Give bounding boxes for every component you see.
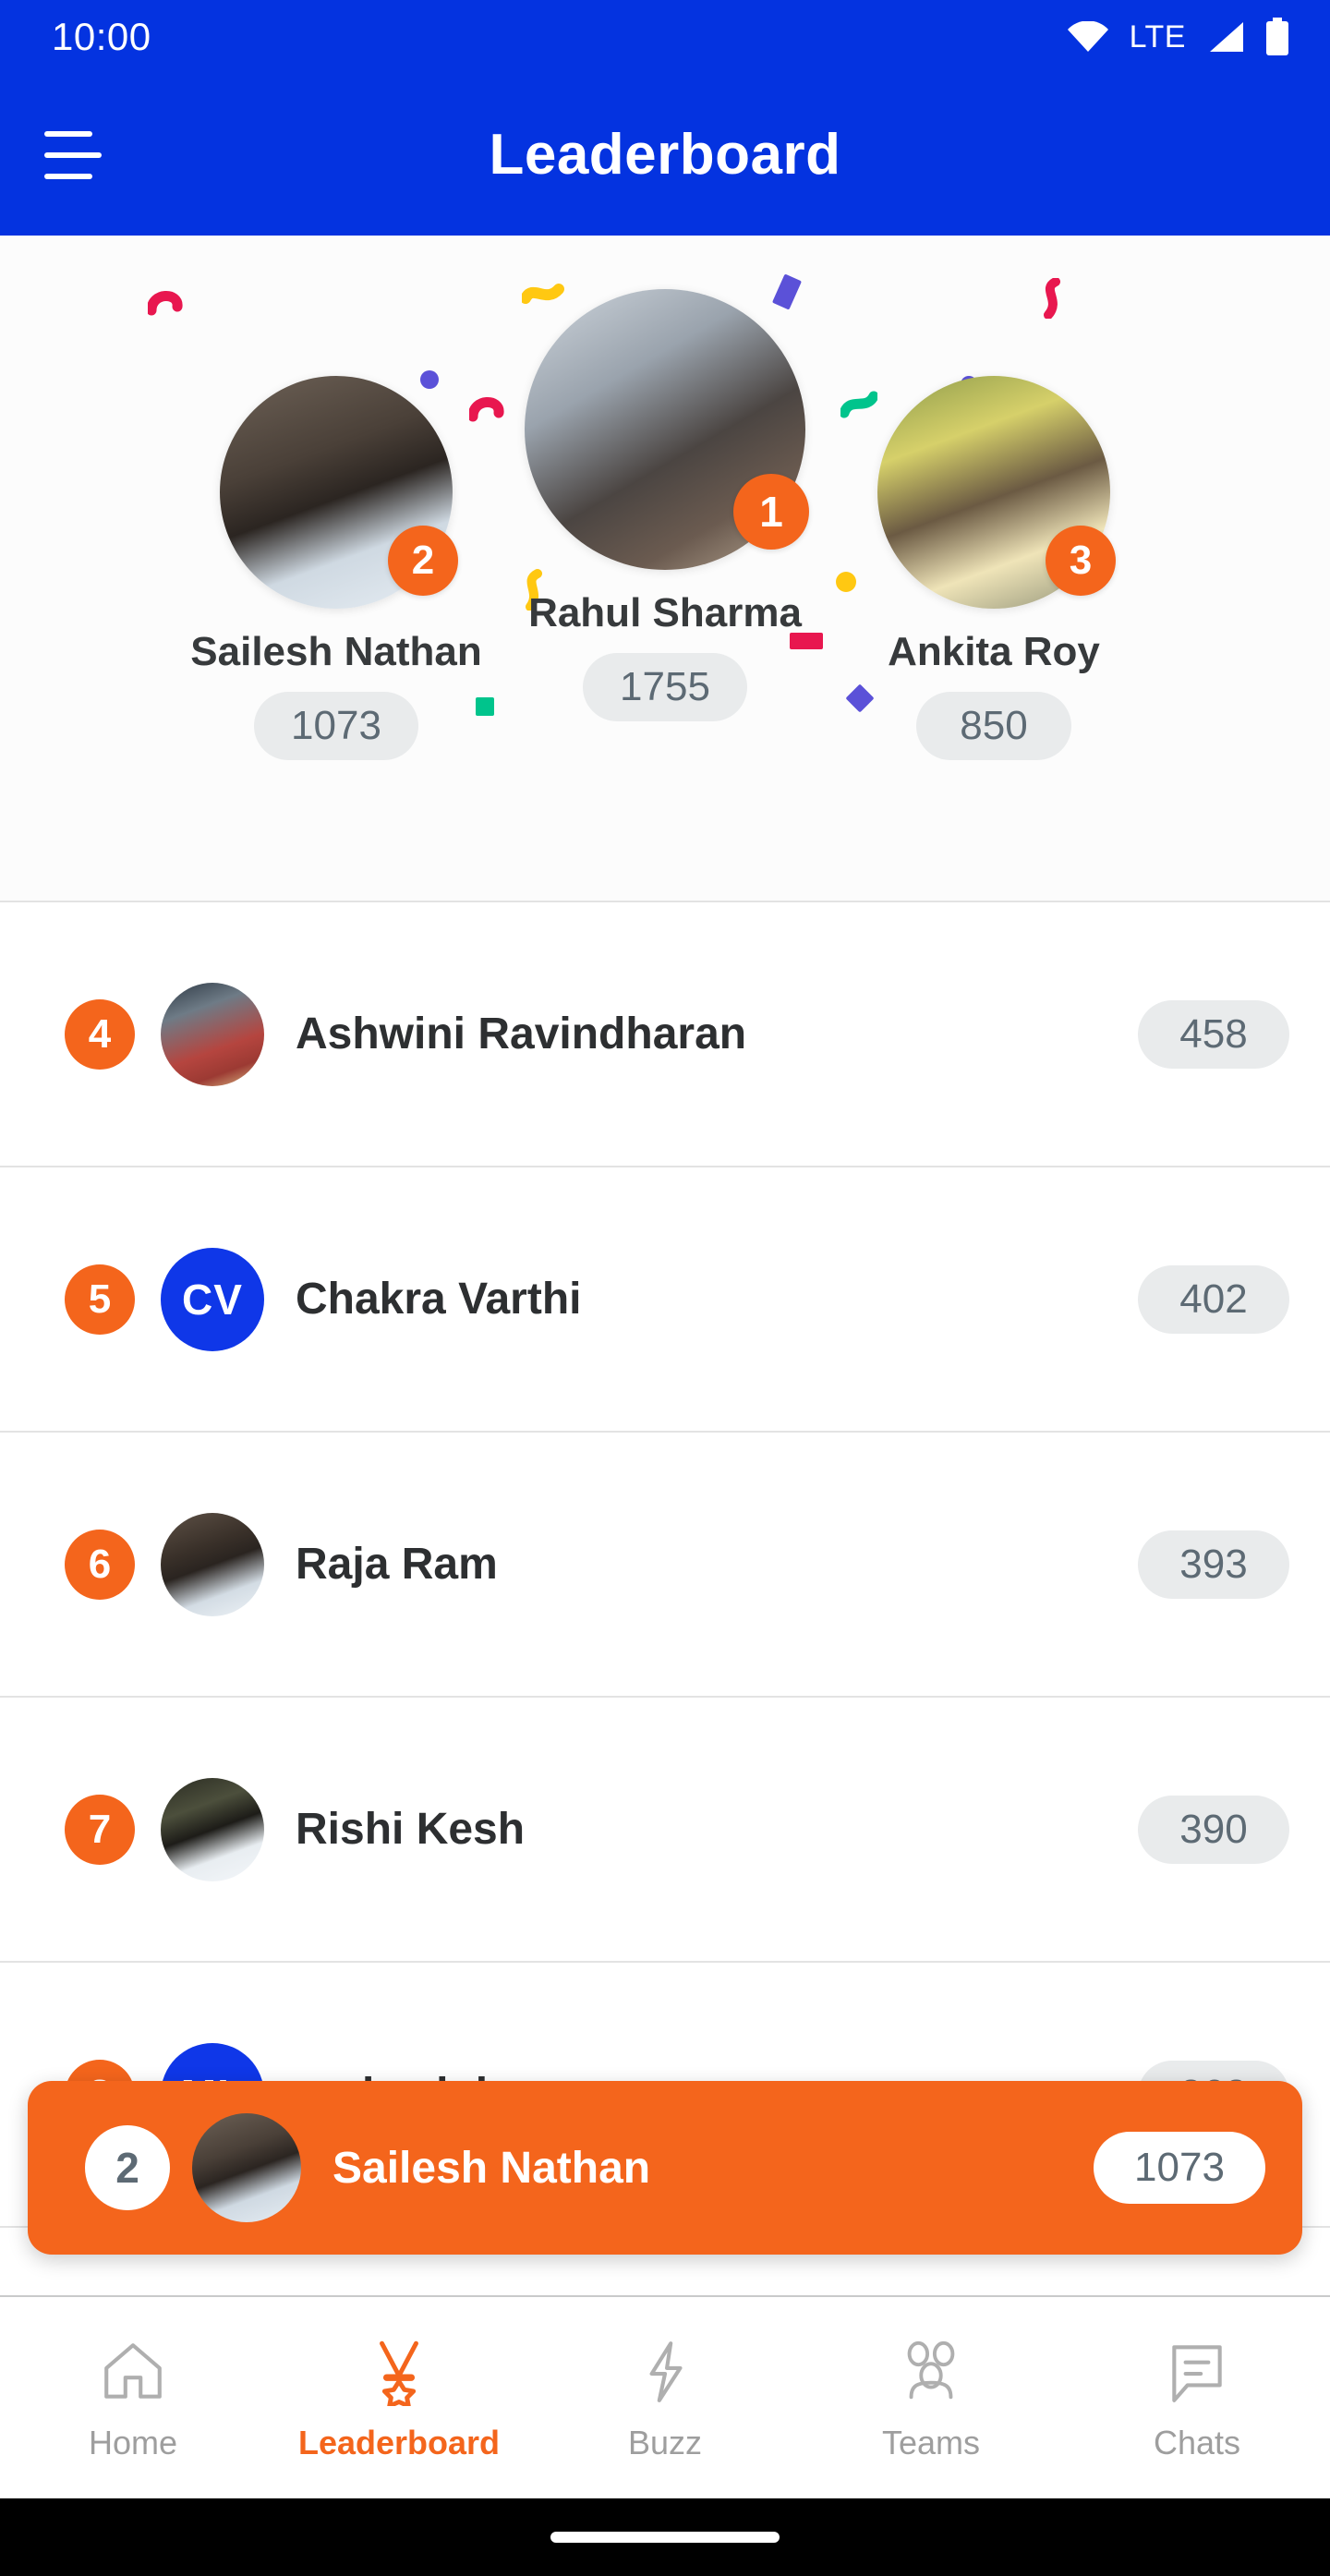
nav-label: Chats: [1153, 2424, 1241, 2461]
battery-icon: [1265, 18, 1289, 56]
bottom-navigation: Home Leaderboard Buzz Teams Chats: [0, 2295, 1330, 2498]
app-bar: Leaderboard: [0, 74, 1330, 236]
nav-item-home[interactable]: Home: [0, 2333, 266, 2462]
row-user-name: Raja Ram: [296, 1540, 498, 1589]
medal-icon: [365, 2333, 433, 2411]
nav-label: Home: [88, 2424, 178, 2461]
current-user-rank-badge: 2: [85, 2125, 170, 2210]
row-rank-badge: 5: [65, 1264, 135, 1335]
avatar-wrap: 1: [525, 289, 809, 570]
podium-score: 1755: [583, 653, 747, 721]
hamburger-line: [44, 173, 92, 179]
wifi-icon: [1067, 21, 1109, 53]
row-score: 402: [1138, 1264, 1289, 1334]
people-group-icon: [895, 2333, 967, 2411]
avatar: [161, 1512, 264, 1616]
row-score: 458: [1138, 999, 1289, 1069]
home-icon: [99, 2333, 167, 2411]
current-user-card[interactable]: 2 Sailesh Nathan 1073: [28, 2081, 1302, 2255]
nav-label: Teams: [881, 2424, 981, 2461]
row-rank-badge: 7: [65, 1794, 135, 1865]
gesture-pill[interactable]: [550, 2532, 780, 2543]
nav-item-buzz[interactable]: Buzz: [532, 2333, 798, 2462]
hamburger-line: [44, 151, 102, 158]
signal-icon: [1206, 20, 1245, 54]
rank-badge: 1: [733, 474, 809, 550]
chat-bubble-icon: [1163, 2333, 1231, 2411]
podium-name: Ankita Roy: [888, 629, 1100, 674]
podium-row: 2 Sailesh Nathan 1073 1 Rahul Sharma 175…: [0, 236, 1330, 901]
podium-score: 1073: [254, 692, 418, 760]
system-gesture-bar: [0, 2498, 1330, 2576]
table-row[interactable]: 7 Rishi Kesh 390: [0, 1698, 1330, 1963]
current-user-name: Sailesh Nathan: [332, 2143, 651, 2193]
avatar-wrap: 2: [220, 376, 458, 609]
row-rank-badge: 4: [65, 998, 135, 1070]
podium-name: Sailesh Nathan: [190, 629, 482, 674]
nav-item-leaderboard[interactable]: Leaderboard: [266, 2333, 532, 2462]
avatar: [161, 1777, 264, 1881]
podium-place-first[interactable]: 1 Rahul Sharma 1755: [501, 289, 829, 721]
status-bar-icons: LTE: [1067, 18, 1289, 56]
lightning-bolt-icon: [631, 2333, 699, 2411]
row-user-name: Chakra Varthi: [296, 1275, 582, 1324]
current-user-score: 1073: [1094, 2132, 1265, 2204]
hamburger-line: [44, 130, 92, 137]
leaderboard-list: 4 Ashwini Ravindharan 458 5 CV Chakra Va…: [0, 902, 1330, 2228]
network-type-label: LTE: [1129, 18, 1186, 54]
table-row[interactable]: 6 Raja Ram 393: [0, 1433, 1330, 1698]
row-user-name: Rishi Kesh: [296, 1805, 526, 1854]
nav-item-teams[interactable]: Teams: [798, 2333, 1064, 2462]
row-score: 393: [1138, 1530, 1289, 1599]
rank-badge: 2: [388, 526, 458, 596]
avatar-wrap: 3: [877, 376, 1116, 609]
row-score: 390: [1138, 1795, 1289, 1864]
podium-name: Rahul Sharma: [528, 590, 802, 635]
status-bar-time: 10:00: [52, 15, 151, 58]
current-user-avatar: [192, 2113, 301, 2222]
table-row[interactable]: 5 CV Chakra Varthi 402: [0, 1167, 1330, 1433]
rank-badge: 3: [1046, 526, 1116, 596]
nav-label: Leaderboard: [297, 2424, 501, 2461]
podium-place-second[interactable]: 2 Sailesh Nathan 1073: [172, 376, 501, 760]
podium-place-third[interactable]: 3 Ankita Roy 850: [829, 376, 1158, 760]
row-user-name: Ashwini Ravindharan: [296, 1010, 747, 1058]
row-rank-badge: 6: [65, 1529, 135, 1600]
avatar: [161, 982, 264, 1086]
status-bar: 10:00 LTE: [0, 0, 1330, 74]
podium-section: 2 Sailesh Nathan 1073 1 Rahul Sharma 175…: [0, 236, 1330, 902]
nav-label: Buzz: [627, 2424, 703, 2461]
table-row[interactable]: 4 Ashwini Ravindharan 458: [0, 902, 1330, 1167]
page-title: Leaderboard: [489, 123, 841, 187]
hamburger-menu-icon[interactable]: [44, 130, 102, 179]
podium-score: 850: [916, 692, 1071, 760]
nav-item-chats[interactable]: Chats: [1064, 2333, 1330, 2462]
avatar-initials: CV: [161, 1247, 264, 1351]
